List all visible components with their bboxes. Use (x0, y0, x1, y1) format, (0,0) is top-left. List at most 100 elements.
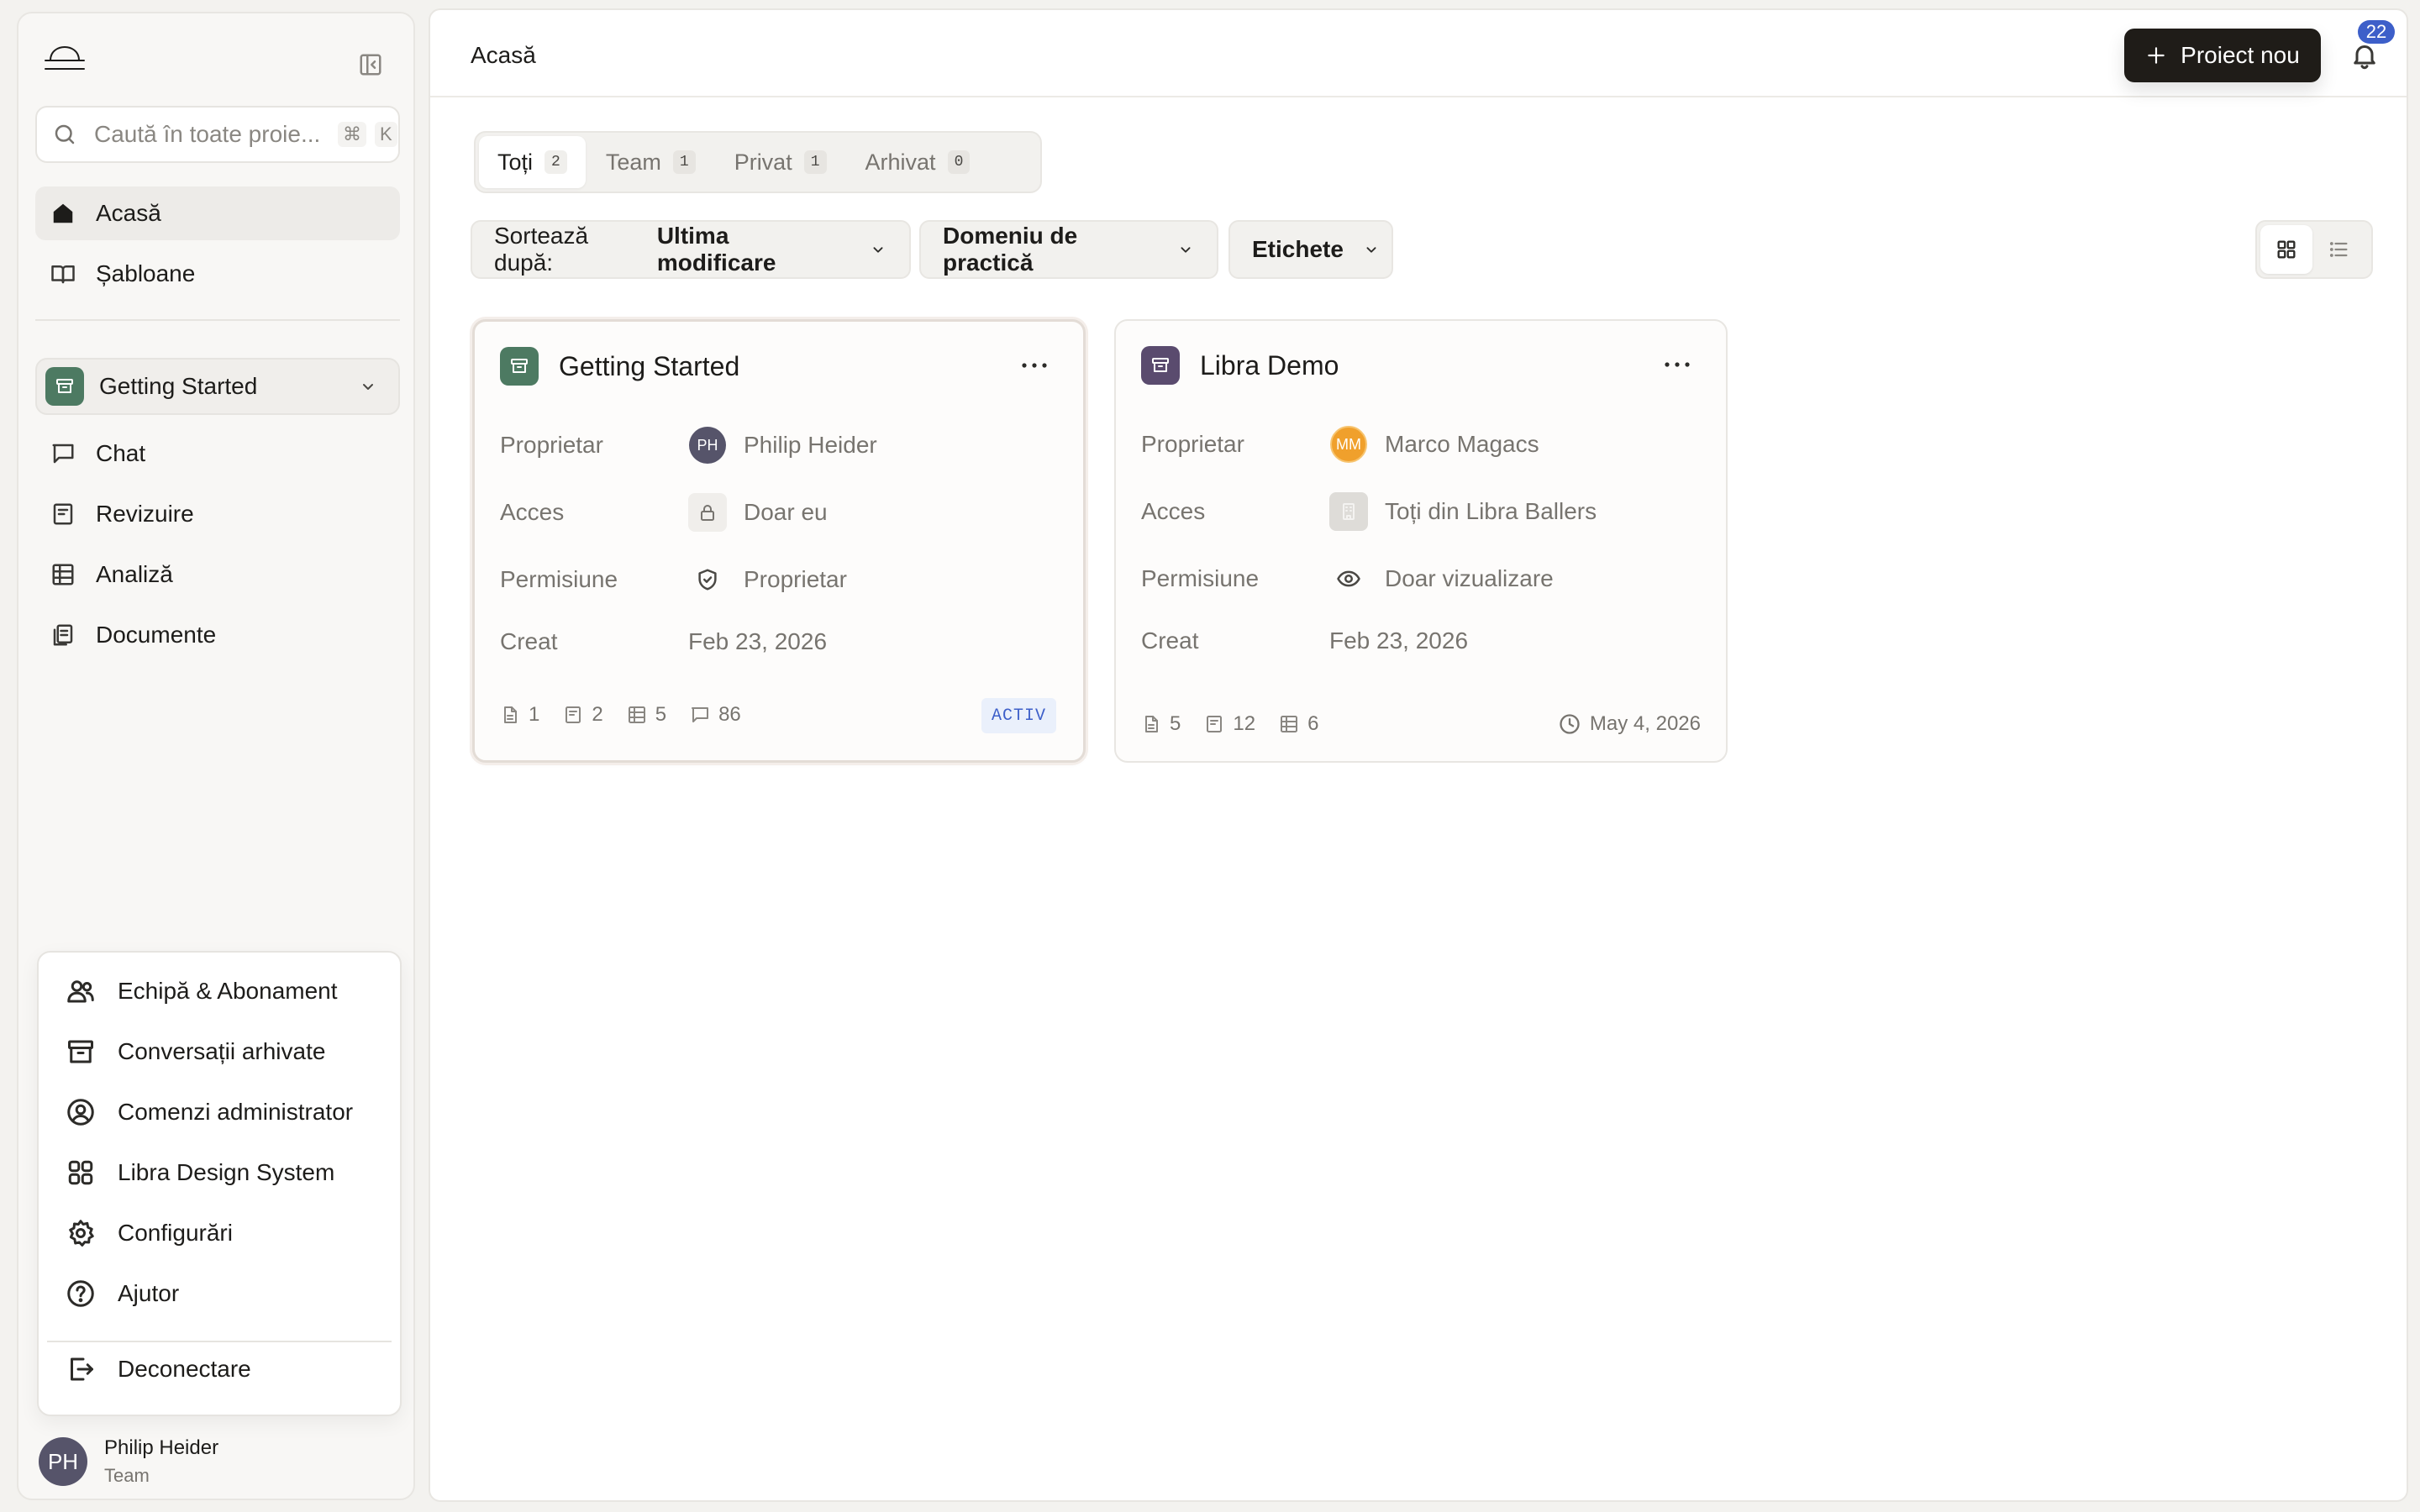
nav-item-label: Chat (96, 440, 146, 466)
table-icon (1281, 716, 1298, 732)
home-icon (50, 201, 76, 226)
created-label: Creat (1141, 627, 1199, 654)
bell-icon[interactable] (2349, 40, 2380, 71)
nav-item-label: Revizuire (96, 501, 194, 527)
tab-team[interactable]: Team 1 (587, 136, 714, 188)
chevron-down-icon (1362, 240, 1381, 259)
practice-area-dropdown[interactable]: Domeniu de practică (919, 220, 1218, 279)
card-title: Libra Demo (1200, 349, 1339, 381)
nav-item-label: Șabloane (96, 260, 196, 286)
chats-count: 86 (718, 703, 741, 726)
menu-item-logout[interactable]: Deconectare (39, 1342, 400, 1396)
review-icon (566, 706, 581, 723)
permission-row: Permisiune Doar vizualizare (1141, 558, 1554, 600)
new-project-button[interactable]: Proiect nou (2124, 29, 2321, 82)
nav-item-home[interactable]: Acasă (35, 186, 400, 240)
more-options-icon[interactable] (1662, 356, 1692, 373)
book-icon (50, 261, 76, 286)
permission-value: Doar vizualizare (1385, 565, 1554, 591)
review-icon (1207, 716, 1223, 732)
access-label: Acces (1141, 498, 1206, 524)
tab-label: Arhivat (865, 149, 936, 175)
user-circle-icon (66, 1097, 96, 1127)
collapse-sidebar-icon[interactable] (358, 52, 383, 77)
view-toggle (2255, 220, 2373, 279)
search-input[interactable] (94, 121, 338, 148)
nav-item-chat[interactable]: Chat (35, 427, 400, 480)
menu-item-help[interactable]: Ajutor (39, 1267, 400, 1320)
chat-icon (50, 441, 76, 466)
new-project-label: Proiect nou (2181, 42, 2300, 68)
owner-name: Philip Heider (744, 432, 877, 458)
menu-item-design-system[interactable]: Libra Design System (39, 1146, 400, 1200)
documents-count: 5 (1170, 712, 1181, 735)
eye-icon (1329, 559, 1368, 598)
project-tabs: Toți 2 Team 1 Privat 1 Arhivat 0 (474, 131, 1042, 193)
reviews-count: 12 (1233, 712, 1256, 735)
menu-item-archived-conversations[interactable]: Conversații arhivate (39, 1025, 400, 1079)
documents-stat: 1 (500, 703, 539, 727)
chevron-down-icon (869, 240, 887, 259)
menu-item-label: Ajutor (118, 1280, 180, 1306)
nav-item-templates[interactable]: Șabloane (35, 247, 400, 301)
nav-item-label: Acasă (96, 200, 161, 226)
created-value: Feb 23, 2026 (688, 628, 828, 654)
nav-item-review[interactable]: Revizuire (35, 487, 400, 541)
sort-value: Ultima modificare (656, 223, 776, 276)
sort-dropdown[interactable]: Sortează după: Ultima modificare (471, 220, 911, 279)
user-profile[interactable]: PH Philip Heider Team (39, 1436, 218, 1487)
tags-dropdown[interactable]: Etichete (1228, 220, 1393, 279)
nav-item-label: Documente (96, 622, 217, 648)
gear-icon (66, 1218, 96, 1248)
reviews-stat: 2 (563, 703, 603, 727)
avatar: MM (1330, 426, 1367, 463)
review-icon (50, 501, 76, 527)
nav-item-analysis[interactable]: Analiză (35, 548, 400, 601)
libra-logo-icon[interactable] (42, 42, 87, 76)
grid-view-icon (2277, 240, 2296, 259)
nav-item-documents[interactable]: Documente (35, 608, 400, 662)
project-card[interactable]: Libra Demo Proprietar MM Marco Magacs Ac… (1114, 319, 1728, 763)
grid-view-button[interactable] (2260, 225, 2312, 274)
tab-count: 2 (544, 150, 567, 174)
table-icon (628, 706, 645, 723)
menu-item-label: Conversații arhivate (118, 1038, 326, 1064)
access-row: Acces Toți din Libra Ballers (1141, 491, 1597, 533)
menu-item-admin-commands[interactable]: Comenzi administrator (39, 1085, 400, 1139)
menu-item-label: Configurări (118, 1220, 233, 1246)
tab-private[interactable]: Privat 1 (716, 136, 845, 188)
table-icon (50, 562, 76, 587)
last-modified-date: May 4, 2026 (1589, 712, 1701, 735)
owner-name: Marco Magacs (1385, 431, 1539, 457)
shield-check-icon (688, 560, 727, 599)
menu-item-team-subscription[interactable]: Echipă & Abonament (39, 964, 400, 1018)
access-value: Doar eu (744, 499, 828, 525)
chats-stat: 86 (690, 703, 741, 727)
owner-label: Proprietar (1141, 431, 1244, 457)
documents-stat: 5 (1141, 712, 1181, 736)
access-value: Toți din Libra Ballers (1385, 498, 1597, 524)
created-value: Feb 23, 2026 (1329, 627, 1469, 654)
project-selector[interactable]: Getting Started (35, 358, 400, 415)
main-nav: Acasă Șabloane (35, 186, 400, 301)
document-icon (504, 706, 517, 723)
menu-item-settings[interactable]: Configurări (39, 1206, 400, 1260)
tab-archived[interactable]: Arhivat 0 (847, 136, 989, 188)
card-stats: 5 12 6 (1141, 712, 1342, 736)
owner-row: Proprietar MM Marco Magacs (1141, 423, 1539, 465)
tab-label: Privat (734, 149, 792, 175)
document-icon (1145, 716, 1158, 732)
building-icon (1329, 492, 1368, 531)
created-row: Creat Feb 23, 2026 (500, 621, 827, 663)
plus-icon (2148, 47, 2165, 64)
permission-label: Permisiune (500, 566, 618, 592)
tables-stat: 6 (1279, 712, 1318, 736)
more-options-icon[interactable] (1019, 357, 1050, 374)
search-box[interactable]: ⌘ K (35, 106, 400, 163)
project-card[interactable]: Getting Started Proprietar PH Philip Hei… (472, 319, 1086, 763)
main-content: Acasă Proiect nou 22 Toți 2 Team 1 Priva… (429, 8, 2408, 1502)
tab-all[interactable]: Toți 2 (479, 136, 586, 188)
project-nav: Chat Revizuire Analiză Documente (35, 427, 400, 662)
shortcut-mod: ⌘ (338, 122, 366, 147)
list-view-button[interactable] (2312, 225, 2365, 274)
